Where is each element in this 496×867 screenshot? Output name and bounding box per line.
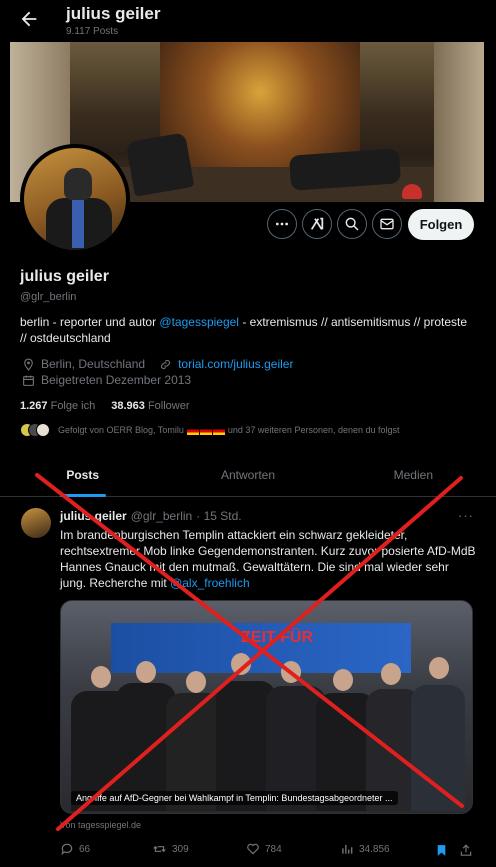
avatar-head — [64, 168, 92, 200]
more-button[interactable] — [267, 209, 297, 239]
top-bar: julius geiler 9.117 Posts — [0, 0, 496, 42]
banner-pillar-right — [434, 42, 484, 202]
followed-by-row[interactable]: Gefolgt von OERR Blog, Tomilu und 37 wei… — [20, 423, 490, 437]
profile-joined: Beigetreten Dezember 2013 — [41, 373, 192, 387]
tweet-author[interactable]: julius geiler — [60, 509, 127, 523]
repost-count: 309 — [172, 843, 189, 855]
tweet-text-main: Im brandenburgischen Templin attackiert … — [60, 528, 476, 590]
grok-button[interactable] — [302, 209, 332, 239]
tweet-more-button[interactable]: ··· — [458, 508, 474, 523]
avatar-scarf — [72, 198, 84, 248]
tweet-header: julius geiler @glr_berlin · 15 Std. — [60, 509, 242, 523]
link-icon — [161, 359, 171, 369]
crowd-face — [333, 669, 353, 691]
tab-media[interactable]: Medien — [331, 455, 496, 496]
banner-helmet — [402, 184, 422, 199]
mail-icon — [380, 218, 394, 230]
header-posts-count: 9.117 Posts — [66, 26, 119, 37]
followed-by-text: Gefolgt von OERR Blog, Tomilu und 37 wei… — [58, 425, 400, 435]
profile-handle: @glr_berlin — [20, 291, 77, 303]
followed-by-prefix: Gefolgt von OERR Blog, Tomilu — [58, 425, 187, 435]
bookmark-icon[interactable] — [435, 843, 448, 858]
repost-button[interactable]: 309 — [152, 842, 189, 856]
tweet-handle[interactable]: @glr_berlin — [131, 509, 193, 523]
crowd-face — [281, 661, 301, 683]
crowd-face — [231, 653, 251, 675]
calendar-icon — [23, 375, 34, 386]
grok-icon — [310, 217, 324, 230]
views-count: 34.856 — [359, 843, 390, 855]
crowd-face — [186, 671, 206, 693]
tweet-mention-link[interactable]: @alx_froehlich — [170, 576, 250, 590]
crowd-face — [381, 663, 401, 685]
profile-meta-row: Beigetreten Dezember 2013 — [22, 373, 191, 387]
profile-tabs: Posts Antworten Medien — [0, 455, 496, 497]
share-icon[interactable] — [459, 843, 473, 858]
crowd-face — [136, 661, 156, 683]
crowd-face — [91, 666, 111, 688]
search-icon — [345, 217, 359, 231]
crowd-face — [429, 657, 449, 679]
reply-count: 66 — [79, 843, 91, 855]
followers-link[interactable]: 38.963 Follower — [111, 400, 189, 412]
follower-avatar — [36, 423, 50, 437]
following-label: Folge ich — [50, 400, 96, 412]
more-icon — [276, 222, 288, 226]
search-button[interactable] — [337, 209, 367, 239]
bio-mention-link[interactable]: @tagesspiegel — [159, 315, 239, 329]
repost-icon — [153, 845, 166, 853]
profile-bio: berlin - reporter und autor @tagesspiege… — [20, 314, 476, 346]
views-button[interactable]: 34.856 — [340, 842, 390, 856]
following-count: 1.267 — [20, 400, 48, 412]
media-banner-text: ZEIT FÜR — [241, 629, 313, 646]
media-crowd — [71, 653, 465, 811]
tweet-avatar[interactable] — [21, 508, 51, 538]
tweet-time[interactable]: · 15 Std. — [196, 509, 241, 523]
profile-location: Berlin, Deutschland — [41, 357, 146, 371]
flag-icon — [187, 426, 200, 435]
location-icon — [24, 358, 33, 371]
profile-website-link[interactable]: torial.com/julius.geiler — [178, 357, 293, 371]
banner-person — [125, 132, 195, 197]
reply-button[interactable]: 66 — [60, 842, 90, 856]
tweet-text: Im brandenburgischen Templin attackiert … — [60, 527, 476, 591]
like-button[interactable]: 784 — [246, 842, 282, 856]
followers-count: 38.963 — [111, 400, 145, 412]
profile-name: julius geiler — [20, 268, 109, 285]
followed-by-suffix: und 37 weiteren Personen, denen du folgs… — [225, 425, 400, 435]
like-count: 784 — [265, 843, 282, 855]
follower-avatars — [20, 423, 50, 437]
like-icon — [247, 843, 259, 855]
message-button[interactable] — [372, 209, 402, 239]
tab-replies[interactable]: Antworten — [165, 455, 330, 496]
link-card-source[interactable]: Von tagesspiegel.de — [60, 820, 141, 830]
tweet-link-card[interactable]: ZEIT FÜR Angriffe auf AfD-Gegner bei Wah… — [60, 600, 473, 814]
tab-posts[interactable]: Posts — [0, 455, 165, 497]
crowd-person — [411, 685, 465, 811]
header-title: julius geiler — [66, 4, 161, 23]
views-icon — [342, 844, 353, 854]
profile-stats: 1.267 Folge ich 38.963 Follower — [20, 400, 190, 412]
profile-avatar[interactable] — [20, 144, 130, 254]
tweet-actions: 66 309 784 34.856 — [60, 842, 476, 860]
profile-meta-row: Berlin, Deutschland torial.com/julius.ge… — [22, 357, 293, 371]
flag-icon — [213, 426, 226, 435]
reply-icon — [61, 843, 73, 856]
bio-text: berlin - reporter und autor — [20, 315, 160, 329]
follow-button[interactable]: Folgen — [408, 209, 474, 240]
banner-window — [160, 42, 360, 167]
followers-label: Follower — [147, 400, 190, 412]
following-link[interactable]: 1.267 Folge ich — [20, 400, 95, 412]
link-card-caption: Angriffe auf AfD-Gegner bei Wahlkampf in… — [71, 791, 398, 805]
arrow-left-icon[interactable] — [18, 8, 40, 30]
flag-icon — [200, 426, 213, 435]
